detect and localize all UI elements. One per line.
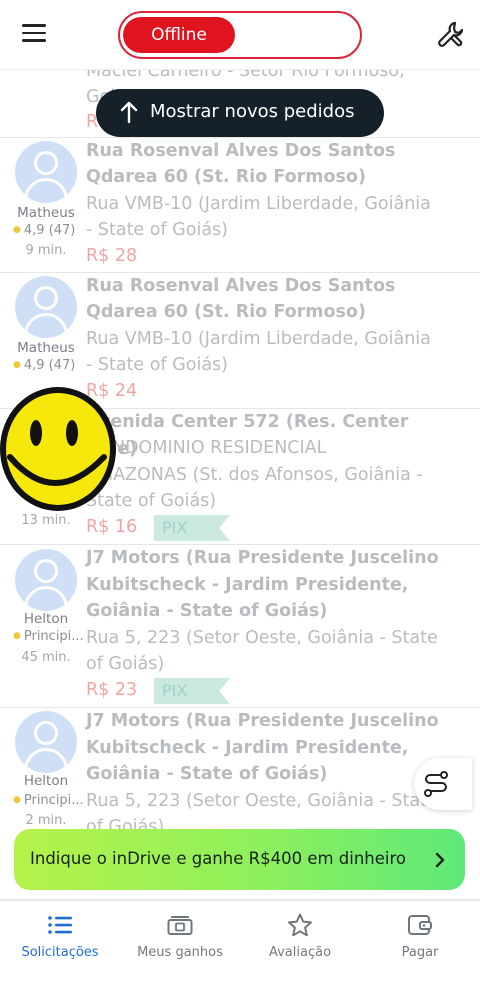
passenger-name: Matheus (17, 340, 75, 356)
top-bar: Offline (0, 0, 480, 70)
route-icon (424, 771, 448, 797)
show-new-orders-label: Mostrar novos pedidos (150, 101, 355, 122)
dropoff-address-line2: AMAZONAS (St. dos Afonsos, Goiânia - (86, 465, 423, 485)
pickup-address-line2: Kubitscheck - Jardim Presidente, (86, 738, 409, 758)
rating-star-icon: ● (13, 631, 21, 641)
request-age: 9 min. (25, 243, 67, 258)
pickup-address-line3: Goiânia - State of Goiás) (86, 764, 328, 784)
tab-label: Pagar (401, 945, 439, 960)
rating-star-icon: ● (13, 795, 21, 805)
passenger-name: Helton (23, 773, 69, 789)
request-card[interactable]: Matheus ● 4,9 (47) 9 min. Rua Rosenval Al… (0, 138, 480, 273)
arrow-up-icon (120, 101, 138, 124)
pickup-address-line2: Kubitscheck - Jardim Presidente, (86, 575, 409, 595)
pickup-address-line2: Qdarea 60 (St. Rio Formoso) (86, 167, 366, 187)
fare-price: R$ 23 (86, 680, 138, 700)
pix-payment-badge: PIX (154, 678, 230, 704)
request-age: 2 min. (25, 813, 67, 828)
avatar (15, 549, 77, 611)
chevron-right-icon (435, 852, 445, 868)
passenger-name: Matheus (17, 205, 75, 221)
dropoff-address-line3: State of Goiás) (86, 491, 217, 511)
tab-label: Avaliação (268, 945, 332, 960)
rating-star-icon: ● (13, 360, 21, 370)
passenger-rating: ● Principi... (13, 629, 84, 644)
pickup-address-line3: Goiânia - State of Goiás) (86, 601, 328, 621)
passenger-rating: ● 4,9 (47) (13, 358, 76, 373)
tab-label: Meus ganhos (137, 945, 223, 960)
wallet-cash-icon (167, 916, 193, 935)
avatar (15, 141, 77, 203)
tab-pagar[interactable]: Pagar (360, 901, 480, 984)
pix-payment-badge: PIX (154, 515, 230, 541)
avatar (15, 711, 77, 773)
dropoff-address: Rua VMB-10 (Jardim Liberdade, Goiânia (86, 329, 431, 349)
tab-label: Solicitações (21, 945, 99, 960)
dropoff-address: Rua 5, 223 (Setor Oeste, Goiânia - State (86, 628, 438, 648)
dropoff-address-line2: of Goiás) (86, 654, 165, 674)
request-age: 45 min. (21, 650, 71, 665)
dropoff-address: Rua 5, 223 (Setor Oeste, Goiânia - State (86, 791, 438, 811)
dropoff-address-line2: - State of Goiás) (86, 220, 228, 240)
wrench-icon[interactable] (436, 20, 466, 50)
tab-meus-ganhos[interactable]: Meus ganhos (120, 901, 240, 984)
dropoff-address: CONDOMINIO RESIDENCIAL (86, 438, 327, 458)
dropoff-address: Rua VMB-10 (Jardim Liberdade, Goiânia (86, 194, 431, 214)
tab-avaliacao[interactable]: Avaliação (240, 901, 360, 984)
avatar (15, 276, 77, 338)
pickup-address-line2: Qdarea 60 (St. Rio Formoso) (86, 302, 366, 322)
referral-promo-banner[interactable]: Indique o inDrive e ganhe R$400 em dinhe… (14, 829, 465, 890)
tab-solicitacoes[interactable]: Solicitações (0, 901, 120, 984)
status-pill: Offline (123, 17, 235, 53)
list-icon (48, 916, 72, 934)
pickup-address: J7 Motors (Rua Presidente Juscelino (86, 548, 439, 568)
passenger-rating: ● Principi... (13, 793, 84, 808)
menu-icon[interactable] (22, 24, 46, 44)
route-filter-button[interactable] (414, 758, 472, 810)
pickup-address: Rua Rosenval Alves Dos Santos (86, 276, 396, 296)
show-new-orders-button[interactable]: Mostrar novos pedidos (96, 89, 384, 137)
rating-star-icon: ● (13, 225, 21, 235)
request-card[interactable]: Helton ● Principi... 45 min. J7 Motors (R… (0, 545, 480, 708)
smiley-face-icon[interactable] (0, 381, 124, 517)
bottom-navigation: Solicitações Meus ganhos Avaliação Pagar (0, 900, 480, 984)
passenger-name: Helton (23, 611, 69, 627)
pickup-address: J7 Motors (Rua Presidente Juscelino (86, 711, 439, 731)
star-icon (288, 913, 312, 937)
promo-text: Indique o inDrive e ganhe R$400 em dinhe… (30, 849, 407, 868)
pickup-address: Rua Rosenval Alves Dos Santos (86, 141, 396, 161)
dropoff-address-line2: - State of Goiás) (86, 355, 228, 375)
online-status-toggle[interactable]: Offline (118, 11, 362, 59)
passenger-rating: ● 4,9 (47) (13, 223, 76, 238)
card-wallet-icon (408, 915, 432, 935)
fare-price: R$ 28 (86, 246, 138, 266)
fare-price: R$ 16 (86, 517, 138, 537)
